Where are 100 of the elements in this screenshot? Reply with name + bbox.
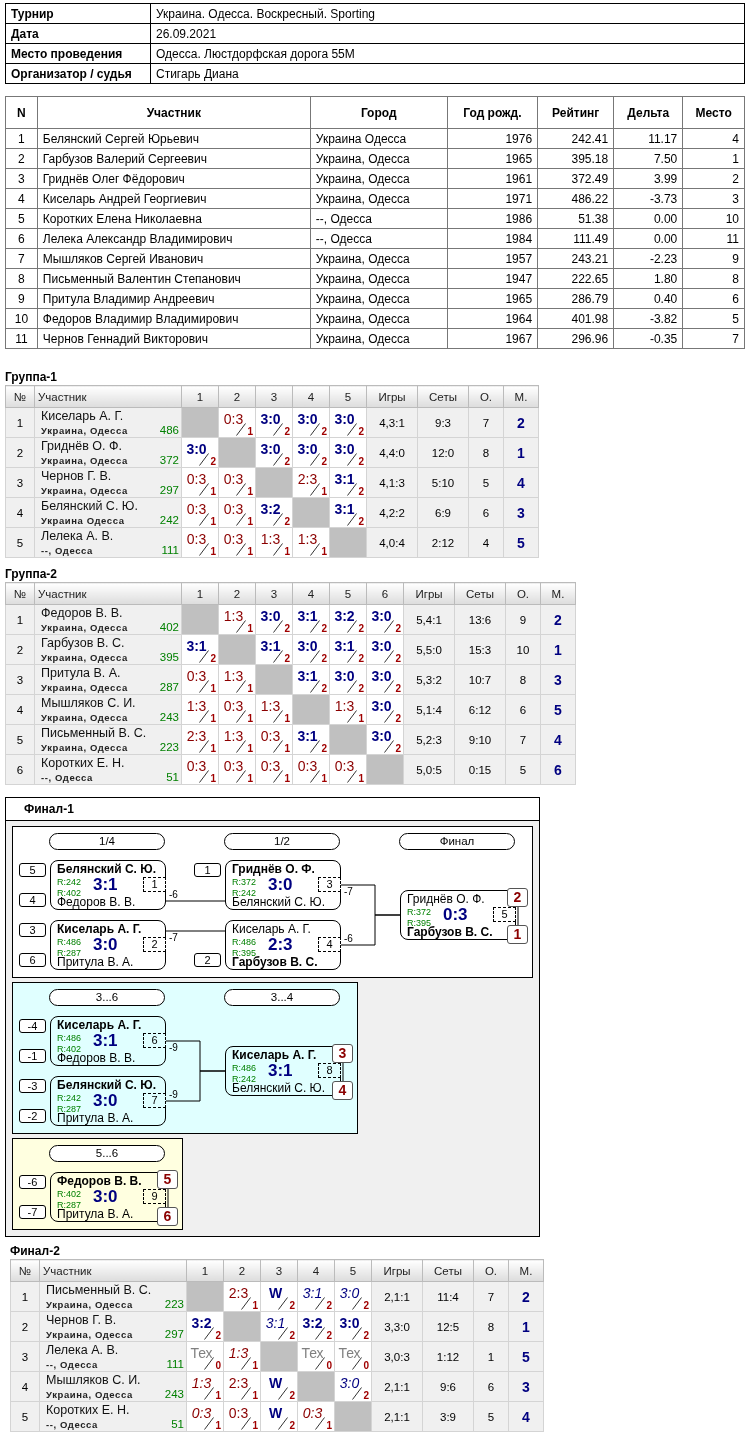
section-title: Финал-1 bbox=[6, 798, 539, 821]
slash-icon bbox=[315, 1297, 325, 1310]
slash-icon bbox=[236, 543, 246, 556]
slash-icon bbox=[273, 770, 283, 783]
match-score: 3:0 bbox=[259, 439, 282, 457]
match-score: 3:0 bbox=[93, 1092, 118, 1110]
slash-icon bbox=[310, 423, 320, 436]
match-points: 1 bbox=[252, 1360, 258, 1371]
column-header: 1 bbox=[181, 385, 219, 408]
match-score: 3:0 bbox=[370, 696, 393, 714]
match-points: 1 bbox=[210, 773, 216, 784]
table-cell: 1984 bbox=[447, 228, 538, 249]
match-score: 3:0 bbox=[333, 666, 356, 684]
table-cell: 5 bbox=[682, 308, 745, 329]
column-header: Участник bbox=[34, 385, 182, 408]
match-points: 1 bbox=[358, 713, 364, 724]
column-header: Место bbox=[682, 96, 745, 129]
column-header: Игры bbox=[371, 1259, 423, 1282]
games-cell: 4,1:3 bbox=[366, 467, 418, 498]
table-cell: Чернов Геннадий Викторович bbox=[37, 328, 311, 349]
slash-icon bbox=[241, 1297, 251, 1310]
match-points: 1 bbox=[326, 1420, 332, 1431]
match-points: 2 bbox=[358, 623, 364, 634]
column-header: 4 bbox=[292, 385, 330, 408]
player-name: Письменный В. С. bbox=[41, 725, 148, 741]
table-cell: 4 bbox=[682, 128, 745, 149]
match-points: 2 bbox=[284, 623, 290, 634]
player-name: Гриднёв О. Ф. bbox=[41, 438, 123, 454]
column-header: N bbox=[5, 96, 38, 129]
match-points: 1 bbox=[252, 1300, 258, 1311]
info-label: Место проведения bbox=[5, 43, 151, 64]
slash-icon bbox=[199, 770, 209, 783]
table-cell: 1964 bbox=[447, 308, 538, 329]
table-cell: 4 bbox=[5, 188, 38, 209]
column-header: Игры bbox=[366, 385, 418, 408]
row-number: 3 bbox=[10, 1341, 40, 1372]
table-cell: 6 bbox=[5, 228, 38, 249]
player-rating: R:486 bbox=[232, 1063, 257, 1073]
table-cell: Украина, Одесса bbox=[310, 308, 448, 329]
match-score: 3:0 bbox=[370, 636, 393, 654]
slash-icon bbox=[347, 770, 357, 783]
games-cell: 5,3:2 bbox=[403, 664, 455, 695]
table-cell: --, Одесса bbox=[310, 208, 448, 229]
player-rating: 111 bbox=[166, 1357, 184, 1370]
player-name: Белянский С. Ю. bbox=[232, 1081, 326, 1095]
match-score: 3:0 bbox=[93, 936, 118, 954]
match-points: 1 bbox=[284, 743, 290, 754]
match-score: 3:0 bbox=[296, 439, 319, 457]
seed-tag: 1 bbox=[194, 863, 221, 877]
match-score: 2:3 bbox=[227, 1283, 250, 1301]
player-city: Украина, Одесса bbox=[46, 1298, 133, 1311]
table-cell: Украина, Одесса bbox=[310, 328, 448, 349]
games-cell: 5,5:0 bbox=[403, 634, 455, 665]
slash-icon bbox=[384, 620, 394, 633]
match-score: 3:0 bbox=[259, 606, 282, 624]
player-city: Украина Одесса bbox=[41, 514, 125, 527]
player-rating: 242 bbox=[159, 513, 179, 526]
table-cell: Украина, Одесса bbox=[310, 288, 448, 309]
match-score: 3:1 bbox=[333, 636, 356, 654]
match-points: 1 bbox=[210, 546, 216, 557]
player-rating: 372 bbox=[159, 453, 179, 466]
table-cell: 11 bbox=[5, 328, 38, 349]
match-points: 1 bbox=[247, 683, 253, 694]
match-number: 7 bbox=[143, 1093, 166, 1108]
player-rating: R:395 bbox=[232, 948, 257, 958]
slash-icon bbox=[204, 1387, 214, 1400]
table-cell: 10 bbox=[5, 308, 38, 329]
player-rating: 297 bbox=[164, 1327, 184, 1340]
sets-cell: 5:10 bbox=[417, 467, 469, 498]
match-points: 2 bbox=[395, 653, 401, 664]
place-badge: 3 bbox=[332, 1044, 353, 1063]
match-points: 1 bbox=[284, 773, 290, 784]
place-badge: 6 bbox=[157, 1207, 178, 1226]
match-points: 2 bbox=[363, 1390, 369, 1401]
match-score: 0:3 bbox=[301, 1403, 324, 1421]
row-number: 4 bbox=[5, 694, 35, 725]
player-rating: 51 bbox=[171, 1417, 184, 1430]
player-name: Гарбузов В. С. bbox=[407, 925, 493, 939]
table-cell: Мышляков Сергей Иванович bbox=[37, 248, 311, 269]
match-points: 2 bbox=[289, 1330, 295, 1341]
match-points: 1 bbox=[321, 773, 327, 784]
slash-icon bbox=[204, 1357, 214, 1370]
table-cell: 6 bbox=[682, 288, 745, 309]
table-cell: 1971 bbox=[447, 188, 538, 209]
match-score: 3:1 bbox=[301, 1283, 324, 1301]
slash-icon bbox=[273, 453, 283, 466]
slash-icon bbox=[310, 680, 320, 693]
player-rating: 111 bbox=[161, 543, 179, 556]
player-rating: R:486 bbox=[232, 937, 257, 947]
match-score: 3:1 bbox=[259, 636, 282, 654]
match-points: 0 bbox=[215, 1360, 221, 1371]
table-cell: Гарбузов Валерий Сергеевич bbox=[37, 148, 311, 169]
games-cell: 5,0:5 bbox=[403, 754, 455, 785]
column-header: № bbox=[10, 1259, 40, 1282]
match-score: 1:3 bbox=[227, 1343, 250, 1361]
match-number: 9 bbox=[143, 1189, 166, 1204]
match-points: 2 bbox=[284, 653, 290, 664]
column-header: Сеты bbox=[417, 385, 469, 408]
match-score: 3:0 bbox=[370, 666, 393, 684]
match-points: 1 bbox=[215, 1390, 221, 1401]
